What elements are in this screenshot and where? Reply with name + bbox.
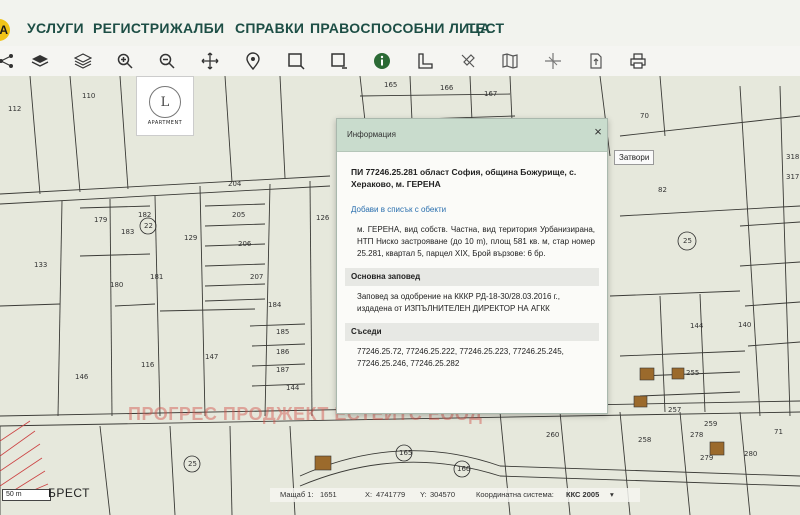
place-name: БРЕСТ bbox=[48, 486, 90, 500]
neighbors-heading: Съседи bbox=[345, 323, 599, 341]
parcel-label: 317 bbox=[786, 173, 800, 181]
parcel-label: 110 bbox=[82, 92, 96, 100]
parcel-label: 182 bbox=[138, 211, 152, 219]
parcel-label: 278 bbox=[690, 431, 704, 439]
parcel-label: 126 bbox=[316, 214, 330, 222]
parcel-label: 167 bbox=[484, 90, 498, 98]
logo-emblem-icon: L bbox=[149, 86, 181, 118]
parcel-label: 204 bbox=[228, 180, 242, 188]
parcel-label: 205 bbox=[232, 211, 246, 219]
add-to-list-link[interactable]: Добави в списък с обекти bbox=[351, 204, 595, 216]
logo-text: APARTMENT bbox=[147, 120, 183, 126]
parcel-label: 144 bbox=[690, 322, 704, 330]
parcel-label: 166 bbox=[457, 465, 471, 473]
menu-item-licensed-persons[interactable]: ПРАВОСПОСОБНИ ЛИЦА bbox=[310, 20, 490, 36]
parcel-description: м. ГЕРЕНА, вид собств. Частна, вид терит… bbox=[357, 225, 595, 258]
route-icon[interactable] bbox=[543, 51, 563, 71]
parcel-label: 280 bbox=[744, 450, 758, 458]
y-label: Y: bbox=[420, 490, 427, 499]
zoom-out-icon[interactable] bbox=[157, 51, 177, 71]
select-remove-icon[interactable] bbox=[329, 51, 349, 71]
neighbors-text: 77246.25.72, 77246.25.222, 77246.25.223,… bbox=[357, 347, 564, 368]
parcel-label: 129 bbox=[184, 234, 198, 242]
map-toolbar bbox=[0, 46, 800, 77]
parcel-label: 180 bbox=[110, 281, 124, 289]
close-icon[interactable]: × bbox=[591, 125, 605, 139]
popup-header: Информация × bbox=[337, 119, 607, 152]
parcel-label: 185 bbox=[276, 328, 290, 336]
parcel-label: 146 bbox=[75, 373, 89, 381]
parcel-label: 165 bbox=[384, 81, 398, 89]
scale-value[interactable]: 1651 bbox=[320, 490, 337, 499]
parcel-label: 279 bbox=[700, 454, 714, 462]
y-value: 304570 bbox=[430, 490, 456, 499]
location-pin-icon[interactable] bbox=[243, 51, 263, 71]
parcel-label: 25 bbox=[683, 237, 692, 245]
parcel-label: 133 bbox=[34, 261, 48, 269]
parcel-label: 82 bbox=[658, 186, 667, 194]
print-icon[interactable] bbox=[628, 51, 648, 71]
parcel-label: 179 bbox=[94, 216, 108, 224]
parcel-label: 207 bbox=[250, 273, 264, 281]
parcel-label: 257 bbox=[668, 406, 682, 414]
layers-filled-icon[interactable] bbox=[30, 51, 50, 71]
select-area-icon[interactable] bbox=[286, 51, 306, 71]
info-popup: Информация × ПИ 77246.25.281 област Софи… bbox=[336, 118, 608, 414]
parcel-label: 258 bbox=[638, 436, 652, 444]
export-icon[interactable] bbox=[586, 51, 606, 71]
crs-value[interactable]: ККС 2005 bbox=[566, 490, 599, 499]
parcel-label: 144 bbox=[286, 384, 300, 392]
parcel-label: 318 bbox=[786, 153, 800, 161]
measure-icon[interactable] bbox=[415, 51, 435, 71]
parcel-label: 116 bbox=[141, 361, 155, 369]
parcel-label: 186 bbox=[276, 348, 290, 356]
main-menubar: A УСЛУГИ РЕГИСТРИ ЖАЛБИ СПРАВКИ ПРАВОСПО… bbox=[0, 0, 800, 47]
menu-item-services[interactable]: УСЛУГИ bbox=[27, 20, 84, 36]
scale-bar: 50 m bbox=[2, 489, 51, 501]
parcel-title: ПИ 77246.25.281 област София, община Бож… bbox=[351, 167, 577, 189]
pan-icon[interactable] bbox=[200, 51, 220, 71]
parcel-label: 183 bbox=[121, 228, 135, 236]
parcel-label: 260 bbox=[546, 431, 560, 439]
crs-label: Координатна система: bbox=[476, 490, 554, 499]
parcel-label: 147 bbox=[205, 353, 219, 361]
parcel-label: 206 bbox=[238, 240, 252, 248]
parcel-label: 70 bbox=[640, 112, 649, 120]
info-icon[interactable] bbox=[372, 51, 392, 71]
scale-label: Мащаб 1: bbox=[280, 490, 314, 499]
x-label: X: bbox=[365, 490, 373, 499]
parcel-label: 259 bbox=[704, 420, 718, 428]
parcel-label: 166 bbox=[440, 84, 454, 92]
site-logo-icon[interactable]: A bbox=[0, 19, 10, 41]
parcel-label: 140 bbox=[738, 321, 752, 329]
popup-body: ПИ 77246.25.281 област София, община Бож… bbox=[337, 152, 607, 370]
order-text: Заповед за одобрение на КККР РД-18-30/28… bbox=[357, 292, 560, 313]
popup-title: Информация bbox=[347, 130, 396, 139]
tools-icon[interactable] bbox=[458, 51, 478, 71]
parcel-label: 22 bbox=[144, 222, 153, 230]
parcel-label: 255 bbox=[686, 369, 700, 377]
parcel-label: 112 bbox=[8, 105, 22, 113]
map-book-icon[interactable] bbox=[500, 51, 520, 71]
chevron-down-icon[interactable]: ▾ bbox=[610, 490, 614, 499]
close-tooltip: Затвори bbox=[614, 150, 655, 165]
status-bar: Мащаб 1: 1651 X: 4741779 Y: 304570 Коорд… bbox=[270, 488, 640, 502]
menu-item-registers[interactable]: РЕГИСТРИ bbox=[93, 20, 170, 36]
zoom-in-icon[interactable] bbox=[115, 51, 135, 71]
parcel-label: 25 bbox=[188, 460, 197, 468]
menu-item-reports[interactable]: СПРАВКИ bbox=[235, 20, 304, 36]
parcel-label: 71 bbox=[774, 428, 783, 436]
parcel-label: 184 bbox=[268, 301, 282, 309]
parcel-label: 187 bbox=[276, 366, 290, 374]
share-icon[interactable] bbox=[0, 51, 16, 71]
menu-item-test[interactable]: ТЕСТ bbox=[467, 20, 504, 36]
x-value: 4741779 bbox=[376, 490, 406, 499]
parcel-label: 165 bbox=[399, 449, 413, 457]
agency-logo: L APARTMENT bbox=[136, 76, 194, 136]
menu-item-complaints[interactable]: ЖАЛБИ bbox=[170, 20, 224, 36]
parcel-label: 181 bbox=[150, 273, 164, 281]
layers-outline-icon[interactable] bbox=[73, 51, 93, 71]
order-heading: Основна заповед bbox=[345, 268, 599, 286]
